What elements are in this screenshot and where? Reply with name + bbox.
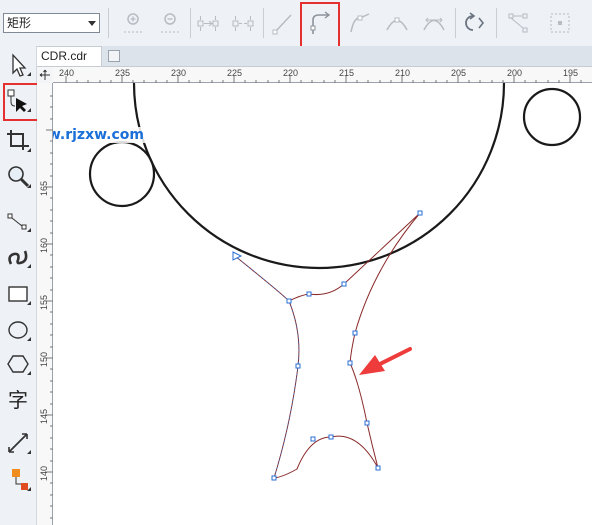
toolbar-separator: [190, 8, 191, 38]
ruler-label: 145: [39, 408, 49, 424]
ruler-label: 200: [507, 68, 523, 78]
add-node-icon[interactable]: [118, 8, 148, 38]
symmetrical-node-icon[interactable]: [419, 8, 449, 38]
curve-node[interactable]: [286, 298, 292, 304]
drawing-canvas[interactable]: www.rjzxw.com: [53, 83, 592, 525]
horizontal-ruler: 240 235 230 225 220 215 210 205 200 195: [53, 67, 592, 83]
ellipse-tool-icon[interactable]: [3, 315, 33, 345]
ruler-label: 195: [563, 68, 579, 78]
ruler-label: 215: [339, 68, 355, 78]
edited-curve-overlay: [234, 255, 300, 479]
artistic-media-tool-icon[interactable]: [3, 242, 33, 272]
ruler-label: 150: [39, 351, 49, 367]
pick-tool-icon[interactable]: [3, 50, 33, 80]
toolbar-separator: [496, 8, 497, 38]
watermark: www.rjzxw.com: [53, 127, 146, 143]
ruler-origin[interactable]: [37, 67, 53, 83]
ruler-label: 155: [39, 294, 49, 310]
ruler-label: 230: [171, 68, 187, 78]
ruler-label: 240: [59, 68, 75, 78]
toolbox: 字: [0, 46, 43, 525]
vertical-ruler: 165 160 155 150 145 140: [37, 83, 53, 525]
curve-node[interactable]: [310, 436, 316, 442]
ruler-label: 205: [451, 68, 467, 78]
extend-curve-to-close-icon[interactable]: [503, 8, 533, 38]
large-circle[interactable]: [132, 83, 506, 270]
ruler-label: 220: [283, 68, 299, 78]
curve-node[interactable]: [347, 360, 353, 366]
curve-node[interactable]: [352, 330, 358, 336]
text-tool-icon[interactable]: 字: [3, 385, 33, 415]
small-circle-right[interactable]: [522, 87, 582, 147]
curve-node[interactable]: [375, 465, 381, 471]
crop-tool-icon[interactable]: [3, 126, 33, 156]
extract-subpath-icon[interactable]: [545, 8, 575, 38]
document-tab-strip: CDR.cdr: [36, 46, 592, 67]
chevron-down-icon: [88, 21, 96, 26]
ruler-label: 160: [39, 237, 49, 253]
shape-select[interactable]: 矩形: [3, 13, 100, 33]
ruler-label: 235: [115, 68, 131, 78]
annotation-arrowhead: [359, 355, 385, 375]
smooth-node-icon[interactable]: [382, 8, 412, 38]
cusp-node-icon[interactable]: [345, 8, 375, 38]
toolbar-separator: [108, 8, 109, 38]
ruler-label: 140: [39, 465, 49, 481]
annotation-arrow: [376, 347, 412, 367]
small-circle-left[interactable]: [88, 140, 156, 208]
new-document-tab-icon[interactable]: [108, 50, 120, 62]
property-bar: 矩形: [0, 0, 592, 60]
curve-node[interactable]: [364, 420, 370, 426]
ruler-label: 210: [395, 68, 411, 78]
polygon-tool-icon[interactable]: [3, 349, 33, 379]
start-node-marker[interactable]: [232, 251, 243, 261]
toolbar-separator: [263, 8, 264, 38]
join-nodes-icon[interactable]: [193, 8, 223, 38]
curve-node[interactable]: [417, 210, 423, 216]
curve-node[interactable]: [341, 281, 347, 287]
shape-select-value: 矩形: [7, 16, 32, 30]
delete-node-icon[interactable]: [155, 8, 185, 38]
drawing-surface[interactable]: [53, 83, 592, 525]
curve-node[interactable]: [306, 291, 312, 297]
ruler-label: 225: [227, 68, 243, 78]
interactive-fill-tool-icon[interactable]: [3, 465, 33, 495]
to-line-icon[interactable]: [268, 8, 298, 38]
rectangle-tool-icon[interactable]: [3, 279, 33, 309]
curve-node[interactable]: [328, 434, 334, 440]
reverse-direction-icon[interactable]: [460, 8, 490, 38]
document-tab[interactable]: CDR.cdr: [36, 46, 102, 66]
ruler-label: 165: [39, 180, 49, 196]
parallel-dimension-tool-icon[interactable]: [3, 428, 33, 458]
curve-node[interactable]: [271, 475, 277, 481]
freehand-tool-icon[interactable]: [3, 206, 33, 236]
toolbar-separator: [455, 8, 456, 38]
zoom-tool-icon[interactable]: [3, 162, 33, 192]
break-curve-icon[interactable]: [228, 8, 258, 38]
curve-node[interactable]: [295, 363, 301, 369]
